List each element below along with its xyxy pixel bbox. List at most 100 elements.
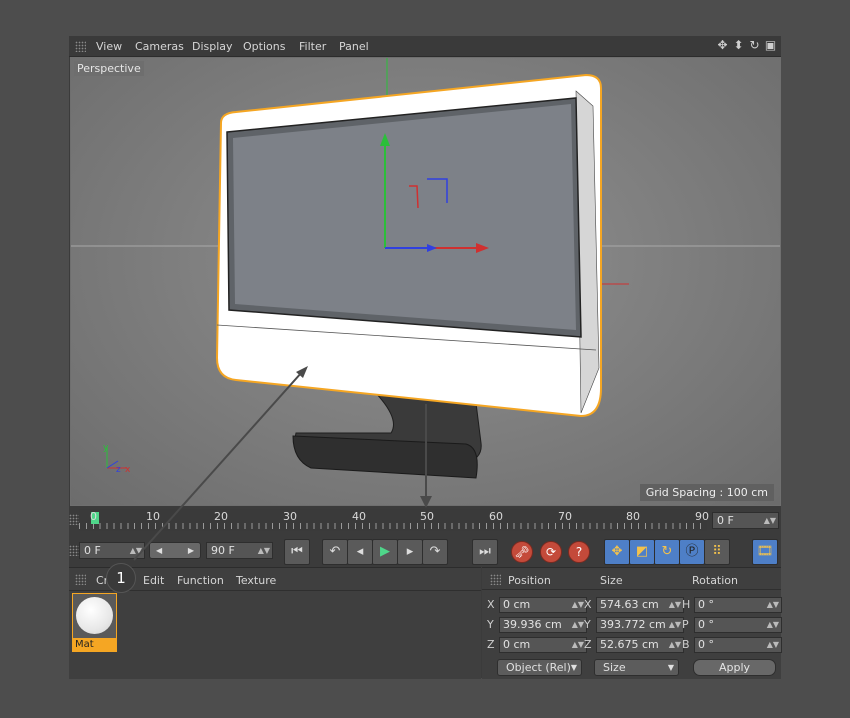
rot-axis-label: H	[682, 598, 691, 611]
perspective-viewport[interactable]: y z x Perspective Grid Spacing : 100 cm	[70, 57, 781, 506]
next-key-icon[interactable]: ↷	[422, 539, 448, 565]
callout-badge: 1	[106, 563, 136, 593]
record-scale-icon[interactable]: ◩	[629, 539, 655, 565]
record-point-level-icon[interactable]: ⠿	[704, 539, 730, 565]
position-header: Position	[508, 574, 551, 587]
size-mode-dropdown[interactable]: Size ▼	[594, 659, 679, 676]
viewport-camera-label[interactable]: Perspective	[74, 61, 144, 76]
rotation-h-field[interactable]: 0 ° ▲▼	[694, 597, 782, 613]
spinner-icon[interactable]: ▲▼	[572, 618, 584, 632]
zoom-view-icon[interactable]: ⬍	[732, 38, 745, 52]
tick-label: 90	[695, 510, 709, 523]
timeline-ruler[interactable]: 0 10 20 30 40 50 60 70 80 90	[79, 509, 709, 531]
material-swatch[interactable]: Mat	[72, 593, 117, 652]
menu-panel[interactable]: Panel	[339, 40, 369, 53]
keyframe-selection-icon[interactable]: ?	[568, 541, 590, 563]
move-view-icon[interactable]: ✥	[716, 38, 729, 52]
menu-edit[interactable]: Edit	[143, 574, 164, 587]
size-z-value: 52.675 cm	[600, 638, 659, 651]
record-keys-icon[interactable]: 🗝	[511, 541, 533, 563]
rotation-p-field[interactable]: 0 ° ▲▼	[694, 617, 782, 633]
record-position-icon[interactable]: ✥	[604, 539, 630, 565]
coordinates-manager: Position Size Rotation X 0 cm ▲▼ X 574.63…	[482, 567, 782, 679]
rotation-b-field[interactable]: 0 ° ▲▼	[694, 637, 782, 653]
transport-bar: 0 F ▲▼ ◀ ▶ 90 F ▲▼ ⏮ ↶ ◂ ▶ ▸ ↷ ⏭ 🗝 ⟳ ? ✥…	[69, 537, 781, 567]
gizmo-x-label: x	[125, 465, 131, 475]
coordinate-mode-value: Object (Rel)	[506, 661, 571, 674]
autokeying-icon[interactable]: ⟳	[540, 541, 562, 563]
go-to-end-icon[interactable]: ⏭	[472, 539, 498, 565]
menu-options[interactable]: Options	[243, 40, 285, 53]
gizmo-y-label: y	[103, 443, 109, 453]
rotate-view-icon[interactable]: ↻	[748, 38, 761, 52]
scheme-settings-icon[interactable]: 🎞	[752, 539, 778, 565]
spinner-icon[interactable]: ▲▼	[764, 513, 776, 528]
spinner-icon[interactable]: ▲▼	[572, 598, 584, 612]
coordinate-mode-dropdown[interactable]: Object (Rel) ▼	[497, 659, 582, 676]
spinner-icon[interactable]: ▲▼	[572, 638, 584, 652]
previous-frame-icon[interactable]: ◂	[347, 539, 373, 565]
menu-filter[interactable]: Filter	[299, 40, 326, 53]
gizmo-z-label: z	[116, 465, 121, 475]
rotation-header: Rotation	[692, 574, 739, 587]
spinner-icon[interactable]: ▲▼	[669, 598, 681, 612]
previous-key-icon[interactable]: ↶	[322, 539, 348, 565]
play-forward-icon[interactable]: ▶	[372, 539, 398, 565]
tick-label: 70	[558, 510, 572, 523]
tick-label: 30	[283, 510, 297, 523]
menu-cameras[interactable]: Cameras	[135, 40, 184, 53]
size-z-field[interactable]: 52.675 cm ▲▼	[596, 637, 684, 653]
spinner-icon[interactable]: ▲▼	[767, 638, 779, 652]
menu-function[interactable]: Function	[177, 574, 224, 587]
spinner-icon[interactable]: ▲▼	[767, 598, 779, 612]
spinner-icon[interactable]: ▲▼	[767, 618, 779, 632]
tick-label: 0	[90, 510, 97, 523]
size-axis-label: Z	[584, 638, 592, 651]
apply-button[interactable]: Apply	[693, 659, 776, 676]
spinner-icon[interactable]: ▲▼	[258, 543, 270, 558]
coordinates-grip-icon[interactable]	[490, 574, 501, 585]
max-frame-field[interactable]: 90 F ▲▼	[206, 542, 273, 559]
record-rotation-icon[interactable]: ↻	[654, 539, 680, 565]
size-x-field[interactable]: 574.63 cm ▲▼	[596, 597, 684, 613]
rot-axis-label: P	[682, 618, 689, 631]
monitor-screen-surface	[233, 104, 576, 330]
position-z-field[interactable]: 0 cm ▲▼	[499, 637, 587, 653]
pos-axis-label: X	[487, 598, 495, 611]
go-to-start-icon[interactable]: ⏮	[284, 539, 310, 565]
tick-label: 60	[489, 510, 503, 523]
next-frame-icon[interactable]: ▸	[397, 539, 423, 565]
min-frame-field[interactable]: 0 F ▲▼	[79, 542, 145, 559]
menu-display[interactable]: Display	[192, 40, 233, 53]
grid-spacing-readout: Grid Spacing : 100 cm	[639, 484, 774, 501]
chevron-down-icon: ▼	[667, 663, 674, 672]
tick-label: 10	[146, 510, 160, 523]
menu-texture[interactable]: Texture	[236, 574, 276, 587]
rotation-h-value: 0 °	[698, 598, 714, 611]
position-y-field[interactable]: 39.936 cm ▲▼	[499, 617, 587, 633]
current-frame-value: 0 F	[717, 514, 734, 527]
tick-label: 50	[420, 510, 434, 523]
chevron-down-icon: ▼	[570, 663, 577, 672]
frame-range-slider[interactable]: ◀ ▶	[149, 542, 201, 559]
size-y-field[interactable]: 393.772 cm ▲▼	[596, 617, 684, 633]
timeline: 0 10 20 30 40 50 60 70 80 90 0 F ▲▼	[69, 509, 781, 531]
spinner-icon[interactable]: ▲▼	[130, 543, 142, 558]
slider-right-icon[interactable]: ▶	[188, 543, 194, 558]
maximize-view-icon[interactable]: ▣	[764, 38, 777, 52]
pos-axis-label: Y	[487, 618, 494, 631]
record-parameter-icon[interactable]: Ⓟ	[679, 539, 705, 565]
slider-left-icon[interactable]: ◀	[156, 543, 162, 558]
size-y-value: 393.772 cm	[600, 618, 666, 631]
panel-grip-icon[interactable]	[75, 41, 86, 52]
size-mode-value: Size	[603, 661, 626, 674]
coordinates-divider	[482, 589, 781, 590]
tick-label: 20	[214, 510, 228, 523]
pos-axis-label: Z	[487, 638, 495, 651]
material-grip-icon[interactable]	[75, 574, 86, 585]
position-x-field[interactable]: 0 cm ▲▼	[499, 597, 587, 613]
spinner-icon[interactable]: ▲▼	[669, 638, 681, 652]
current-frame-field[interactable]: 0 F ▲▼	[712, 512, 779, 529]
menu-view[interactable]: View	[96, 40, 122, 53]
spinner-icon[interactable]: ▲▼	[669, 618, 681, 632]
